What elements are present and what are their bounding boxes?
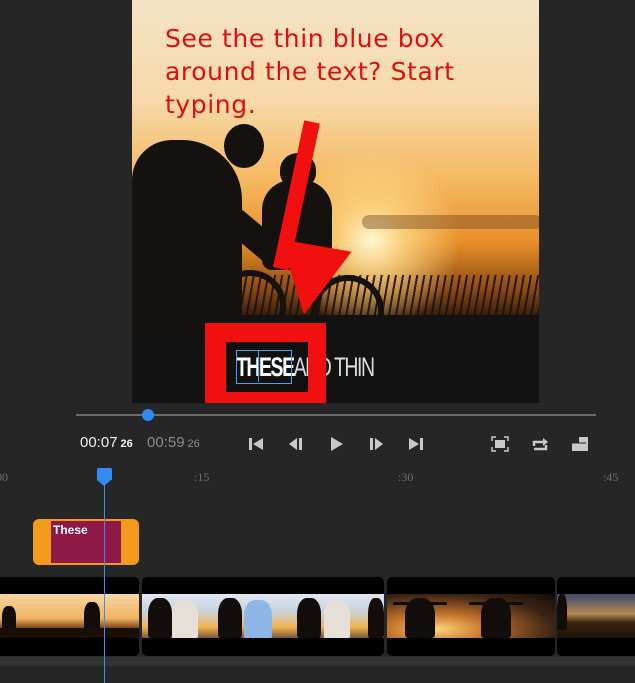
thumbnail-arms: [469, 602, 523, 605]
resize-preview-icon: [572, 437, 588, 451]
father-head: [224, 124, 264, 168]
fullscreen-button[interactable]: [489, 433, 511, 455]
video-track: [0, 577, 635, 657]
ruler-label: :30: [398, 470, 414, 484]
video-clip[interactable]: [0, 577, 139, 656]
timeline-ruler[interactable]: 00 :15 :30 :45: [0, 466, 635, 490]
video-clip[interactable]: [557, 577, 635, 656]
skip-to-start-icon: [249, 438, 263, 450]
step-forward-button[interactable]: [365, 433, 387, 455]
playhead-handle[interactable]: [97, 468, 112, 480]
highlight-box-edge: [308, 323, 326, 403]
step-forward-frame-icon: [370, 438, 383, 450]
track-divider: [0, 657, 635, 666]
clip-thumbnail: [557, 594, 635, 638]
text-cursor: [258, 351, 259, 382]
current-frames: 26: [120, 438, 133, 450]
ruler-label: :45: [603, 470, 619, 484]
clip-thumbnail: [142, 594, 384, 638]
current-time: 00:07 26: [80, 434, 133, 451]
resize-preview-button[interactable]: [569, 433, 591, 455]
video-clip[interactable]: [387, 577, 555, 656]
video-clip[interactable]: [142, 577, 384, 656]
thumbnail-arms: [393, 602, 447, 605]
skip-to-end-icon: [409, 438, 423, 450]
thumbnail-ground: [0, 628, 139, 638]
clip-thumbnail: [0, 594, 139, 638]
skip-to-start-button[interactable]: [245, 433, 267, 455]
instruction-annotation: See the thin blue box around the text? S…: [165, 24, 455, 119]
thumbnail-figure: [148, 598, 172, 638]
cloud: [362, 215, 539, 229]
thumbnail-child: [244, 600, 272, 638]
ruler-label: :15: [194, 470, 210, 484]
play-button[interactable]: [325, 433, 347, 455]
text-selection-box[interactable]: [236, 350, 292, 384]
total-frames: 26: [187, 438, 200, 450]
skip-to-end-button[interactable]: [405, 433, 427, 455]
thumbnail-child: [172, 600, 198, 638]
current-time-value: 00:07: [80, 434, 118, 451]
fullscreen-icon: [491, 436, 509, 452]
scrubber-thumb[interactable]: [142, 409, 155, 421]
title-clip[interactable]: These: [33, 519, 139, 565]
title-word-rest[interactable]: AND THIN: [294, 352, 375, 382]
loop-icon: [532, 438, 548, 451]
arrow-down-icon: [268, 239, 352, 321]
step-back-frame-icon: [289, 438, 302, 450]
thumbnail-figure: [368, 598, 384, 638]
thumbnail-figure: [297, 598, 321, 638]
video-preview[interactable]: See the thin blue box around the text? S…: [132, 0, 539, 403]
playhead-line: [104, 480, 105, 683]
clip-thumbnail: [387, 594, 555, 638]
loop-button[interactable]: [529, 433, 551, 455]
total-time-value: 00:59: [147, 434, 185, 451]
play-icon: [331, 437, 343, 451]
thumbnail-figure: [557, 594, 567, 630]
total-time: 00:59 26: [147, 434, 200, 451]
ruler-label: 00: [0, 470, 8, 484]
playhead-tip: [97, 480, 111, 486]
thumbnail-figure: [218, 598, 242, 638]
step-back-button[interactable]: [285, 433, 307, 455]
title-clip-label: These: [53, 523, 88, 537]
thumbnail-child: [324, 600, 350, 638]
